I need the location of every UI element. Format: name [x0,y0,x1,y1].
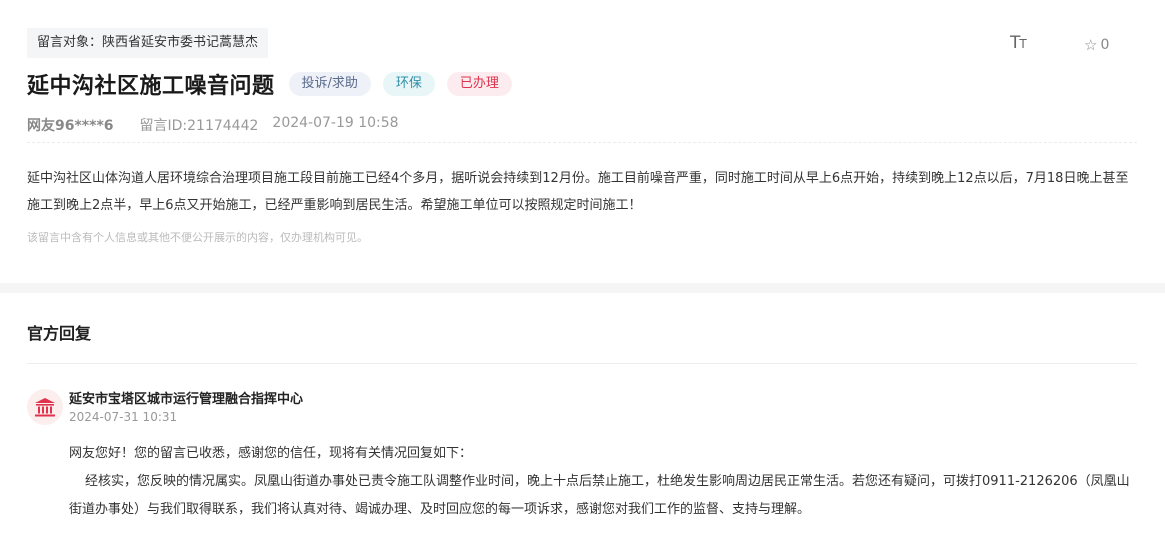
official-reply-heading: 官方回复 [27,324,92,343]
message-content: 延中沟社区山体沟道人居环境综合治理项目施工段目前施工已经4个多月，据听说会持续到… [27,171,1129,213]
privacy-note: 该留言中含有个人信息或其他不便公开展示的内容，仅办理机构可见。 [27,231,368,244]
divider [27,363,1137,364]
reply-body: 经核实，您反映的情况属实。凤凰山街道办事处已责令施工队调整作业时间，晚上十点后禁… [69,474,1130,517]
author-name: 网友96****6 [27,118,114,134]
page-title: 延中沟社区施工噪音问题 [27,74,275,99]
reply-content: 网友您好！您的留言已收悉，感谢您的信任，现将有关情况回复如下： 经核实，您反映的… [69,440,1139,524]
font-size-icon[interactable]: TT [1010,33,1027,53]
status-badge: 已办理 [446,72,512,96]
topic-tag: 环保 [382,72,435,96]
favorite-count: 0 [1100,37,1110,53]
toolbar: TT [1010,33,1027,53]
message-target-label: 留言对象：陕西省延安市委书记蒿慧杰 [27,28,269,58]
reply-greeting: 网友您好！您的留言已收悉，感谢您的信任，现将有关情况回复如下： [69,446,473,461]
divider [27,142,1137,143]
message-detail-card: 留言对象：陕西省延安市委书记蒿慧杰 TT ☆ 0 延中沟社区施工噪音问题 投诉/… [0,0,1165,283]
title-row: 延中沟社区施工噪音问题 投诉/求助 环保 已办理 [27,68,524,100]
section-separator [0,283,1165,293]
message-id: 留言ID:21174442 [139,118,259,134]
reply-datetime: 2024-07-31 10:31 [69,410,178,424]
message-meta: 网友96****6 留言ID:21174442 2024-07-19 10:58 [27,115,399,135]
favorite-button[interactable]: ☆ 0 [1084,36,1109,54]
reply-org-name: 延安市宝塔区城市运行管理融合指挥中心 [69,392,304,407]
government-building-icon [35,398,55,417]
message-datetime: 2024-07-19 10:58 [272,115,399,131]
star-icon: ☆ [1084,36,1098,54]
avatar [27,389,63,425]
category-tag: 投诉/求助 [288,72,371,96]
